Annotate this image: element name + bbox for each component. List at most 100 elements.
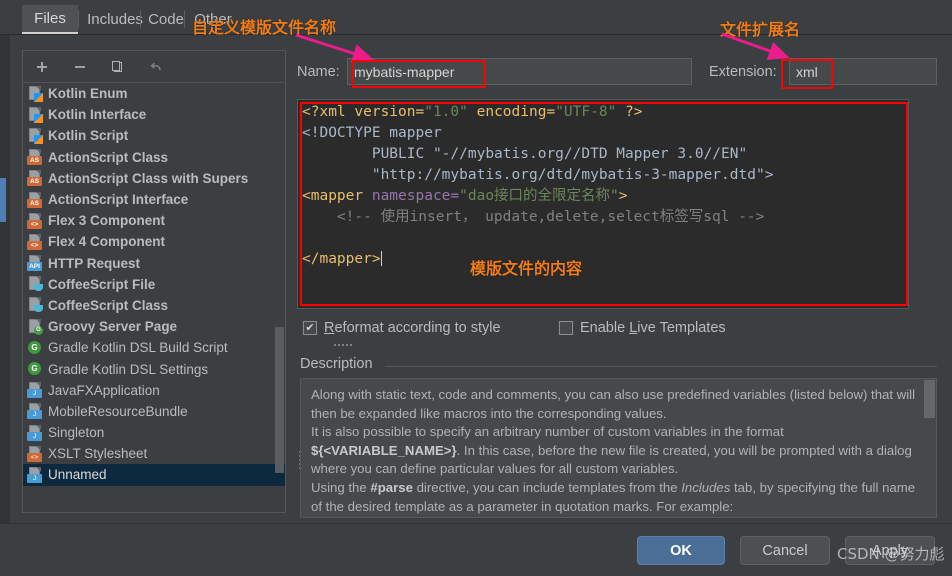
list-item-label: Groovy Server Page	[48, 319, 178, 335]
list-item[interactable]: J JavaFXApplication	[23, 380, 285, 401]
description-panel[interactable]: Along with static text, code and comment…	[300, 378, 937, 518]
name-extension-row: Name: mybatis-mapper Extension: xml	[297, 58, 937, 88]
tab-includes-label: Includes	[87, 11, 143, 28]
list-item[interactable]: Kotlin Interface	[23, 104, 285, 125]
revert-template-button[interactable]	[145, 56, 167, 78]
extension-input[interactable]: xml	[789, 58, 937, 85]
editor-line-3-b: "-//mybatis.org//DTD Mapper 3.0//EN"	[432, 146, 748, 162]
add-template-button[interactable]	[31, 56, 53, 78]
text-caret	[380, 251, 382, 266]
template-list[interactable]: Kotlin Enum Kotlin Interface Kotlin Script…	[23, 83, 285, 512]
coffee-file-icon	[27, 297, 43, 313]
list-item[interactable]: G Groovy Server Page	[23, 316, 285, 337]
footer-separator	[0, 523, 952, 524]
tab-files[interactable]: Files	[22, 5, 78, 34]
description-scrollbar[interactable]	[924, 380, 935, 418]
list-item-selected[interactable]: J Unnamed	[23, 464, 285, 486]
annotation-content-note: 模版文件的内容	[470, 259, 583, 278]
list-item-label: Gradle Kotlin DSL Build Script	[48, 340, 228, 356]
list-item[interactable]: <> XSLT Stylesheet	[23, 443, 285, 464]
annotation-extension-note: 文件扩展名	[720, 20, 801, 39]
resize-grip[interactable]	[334, 340, 356, 346]
list-item[interactable]: Kotlin Script	[23, 125, 285, 146]
tab-bar: Files Includes Code Other	[0, 0, 952, 35]
list-item[interactable]: <> Flex 4 Component	[23, 231, 285, 252]
cancel-button-label: Cancel	[762, 542, 808, 559]
ok-button[interactable]: OK	[637, 536, 725, 565]
list-item-label: ActionScript Interface	[48, 192, 189, 208]
list-item-label: Singleton	[48, 425, 105, 441]
template-list-panel: Kotlin Enum Kotlin Interface Kotlin Script…	[22, 50, 301, 513]
editor-line-5-c: "dao接口的全限定名称"	[459, 188, 619, 204]
tab-code-label: Code	[148, 11, 184, 28]
reformat-checkbox-label: Reformat according to style	[324, 320, 501, 336]
template-code-editor[interactable]: <?xml version="1.0" encoding="UTF-8" ?> …	[297, 99, 909, 309]
kotlin-file-icon	[27, 85, 43, 102]
list-item[interactable]: API HTTP Request	[23, 253, 285, 274]
editor-line-1-e: ?>	[616, 104, 643, 120]
list-item[interactable]: AS ActionScript Interface	[23, 189, 285, 210]
extension-label: Extension:	[709, 64, 777, 80]
as-file-icon: AS	[27, 170, 43, 187]
annotation-name-note: 自定义模版文件名称	[192, 18, 337, 37]
cancel-button[interactable]: Cancel	[740, 536, 830, 565]
editor-line-4-a	[302, 167, 372, 183]
description-title: Description	[300, 356, 379, 372]
coffee-file-icon	[27, 276, 43, 292]
gradle-file-icon: G	[27, 361, 43, 377]
checkbox-box-checked: ✔	[303, 321, 317, 335]
list-item[interactable]: <> Flex 3 Component	[23, 210, 285, 231]
description-paragraph-1: Along with static text, code and comment…	[311, 387, 916, 421]
remove-template-button[interactable]	[69, 56, 91, 78]
description-paragraph-3: Using the #parse directive, you can incl…	[311, 479, 916, 514]
list-item-label: Gradle Kotlin DSL Settings	[48, 361, 209, 377]
java-file-icon: J	[27, 403, 43, 420]
as-file-icon: AS	[27, 149, 43, 166]
list-item-label: MobileResourceBundle	[48, 403, 188, 419]
gradle-file-icon: G	[27, 340, 43, 356]
list-item-label: ActionScript Class	[48, 149, 169, 165]
list-item[interactable]: CoffeeScript Class	[23, 295, 285, 316]
flex-file-icon: <>	[27, 445, 43, 462]
list-item[interactable]: AS ActionScript Class with Supers	[23, 168, 285, 189]
flex-file-icon: <>	[27, 212, 43, 229]
template-list-scrollbar[interactable]	[275, 327, 284, 473]
reformat-checkbox[interactable]: ✔ Reformat according to style	[303, 320, 501, 336]
list-item[interactable]: G Gradle Kotlin DSL Settings	[23, 358, 285, 379]
editor-line-3-a: PUBLIC	[302, 146, 433, 162]
kotlin-file-icon	[27, 127, 43, 144]
list-toolbar	[23, 51, 285, 83]
list-item-label: XSLT Stylesheet	[48, 446, 148, 462]
list-item[interactable]: Kotlin Enum	[23, 83, 285, 104]
editor-line-6: <!-- 使用insert， update,delete,select标签写sq…	[302, 209, 765, 225]
list-item-label: CoffeeScript Class	[48, 297, 169, 313]
editor-line-4-c: >	[764, 167, 774, 183]
name-input[interactable]: mybatis-mapper	[347, 58, 692, 85]
list-item-label: ActionScript Class with Supers	[48, 170, 249, 186]
editor-line-1-a: <?xml version=	[302, 104, 425, 120]
copy-template-button[interactable]	[107, 56, 129, 78]
editor-line-1-d: "UTF-8"	[555, 104, 617, 120]
list-item-label: HTTP Request	[48, 255, 141, 271]
java-file-icon: J	[27, 466, 43, 483]
list-item-label: Flex 3 Component	[48, 213, 166, 229]
list-item[interactable]: CoffeeScript File	[23, 274, 285, 295]
list-item[interactable]: J MobileResourceBundle	[23, 401, 285, 422]
editor-line-1-b: "1.0"	[424, 104, 468, 120]
list-item-label: Flex 4 Component	[48, 234, 166, 250]
watermark: CSDN @努力彪	[837, 545, 945, 563]
settings-dialog: Files Includes Code Other Kotlin Enum Ko…	[0, 0, 952, 576]
list-item-label: Kotlin Interface	[48, 107, 147, 123]
list-item-label: JavaFXApplication	[48, 382, 160, 398]
list-item[interactable]: AS ActionScript Class	[23, 147, 285, 168]
api-file-icon: API	[27, 255, 43, 272]
left-edge-highlight	[0, 178, 6, 222]
editor-line-8: </mapper>	[302, 251, 381, 267]
live-templates-checkbox[interactable]: Enable Live Templates	[559, 320, 726, 336]
editor-line-2: <!DOCTYPE mapper	[302, 125, 442, 141]
ok-button-label: OK	[670, 542, 692, 559]
list-item[interactable]: G Gradle Kotlin DSL Build Script	[23, 337, 285, 358]
flex-file-icon: <>	[27, 233, 43, 250]
name-label: Name:	[297, 64, 340, 80]
list-item[interactable]: J Singleton	[23, 422, 285, 443]
